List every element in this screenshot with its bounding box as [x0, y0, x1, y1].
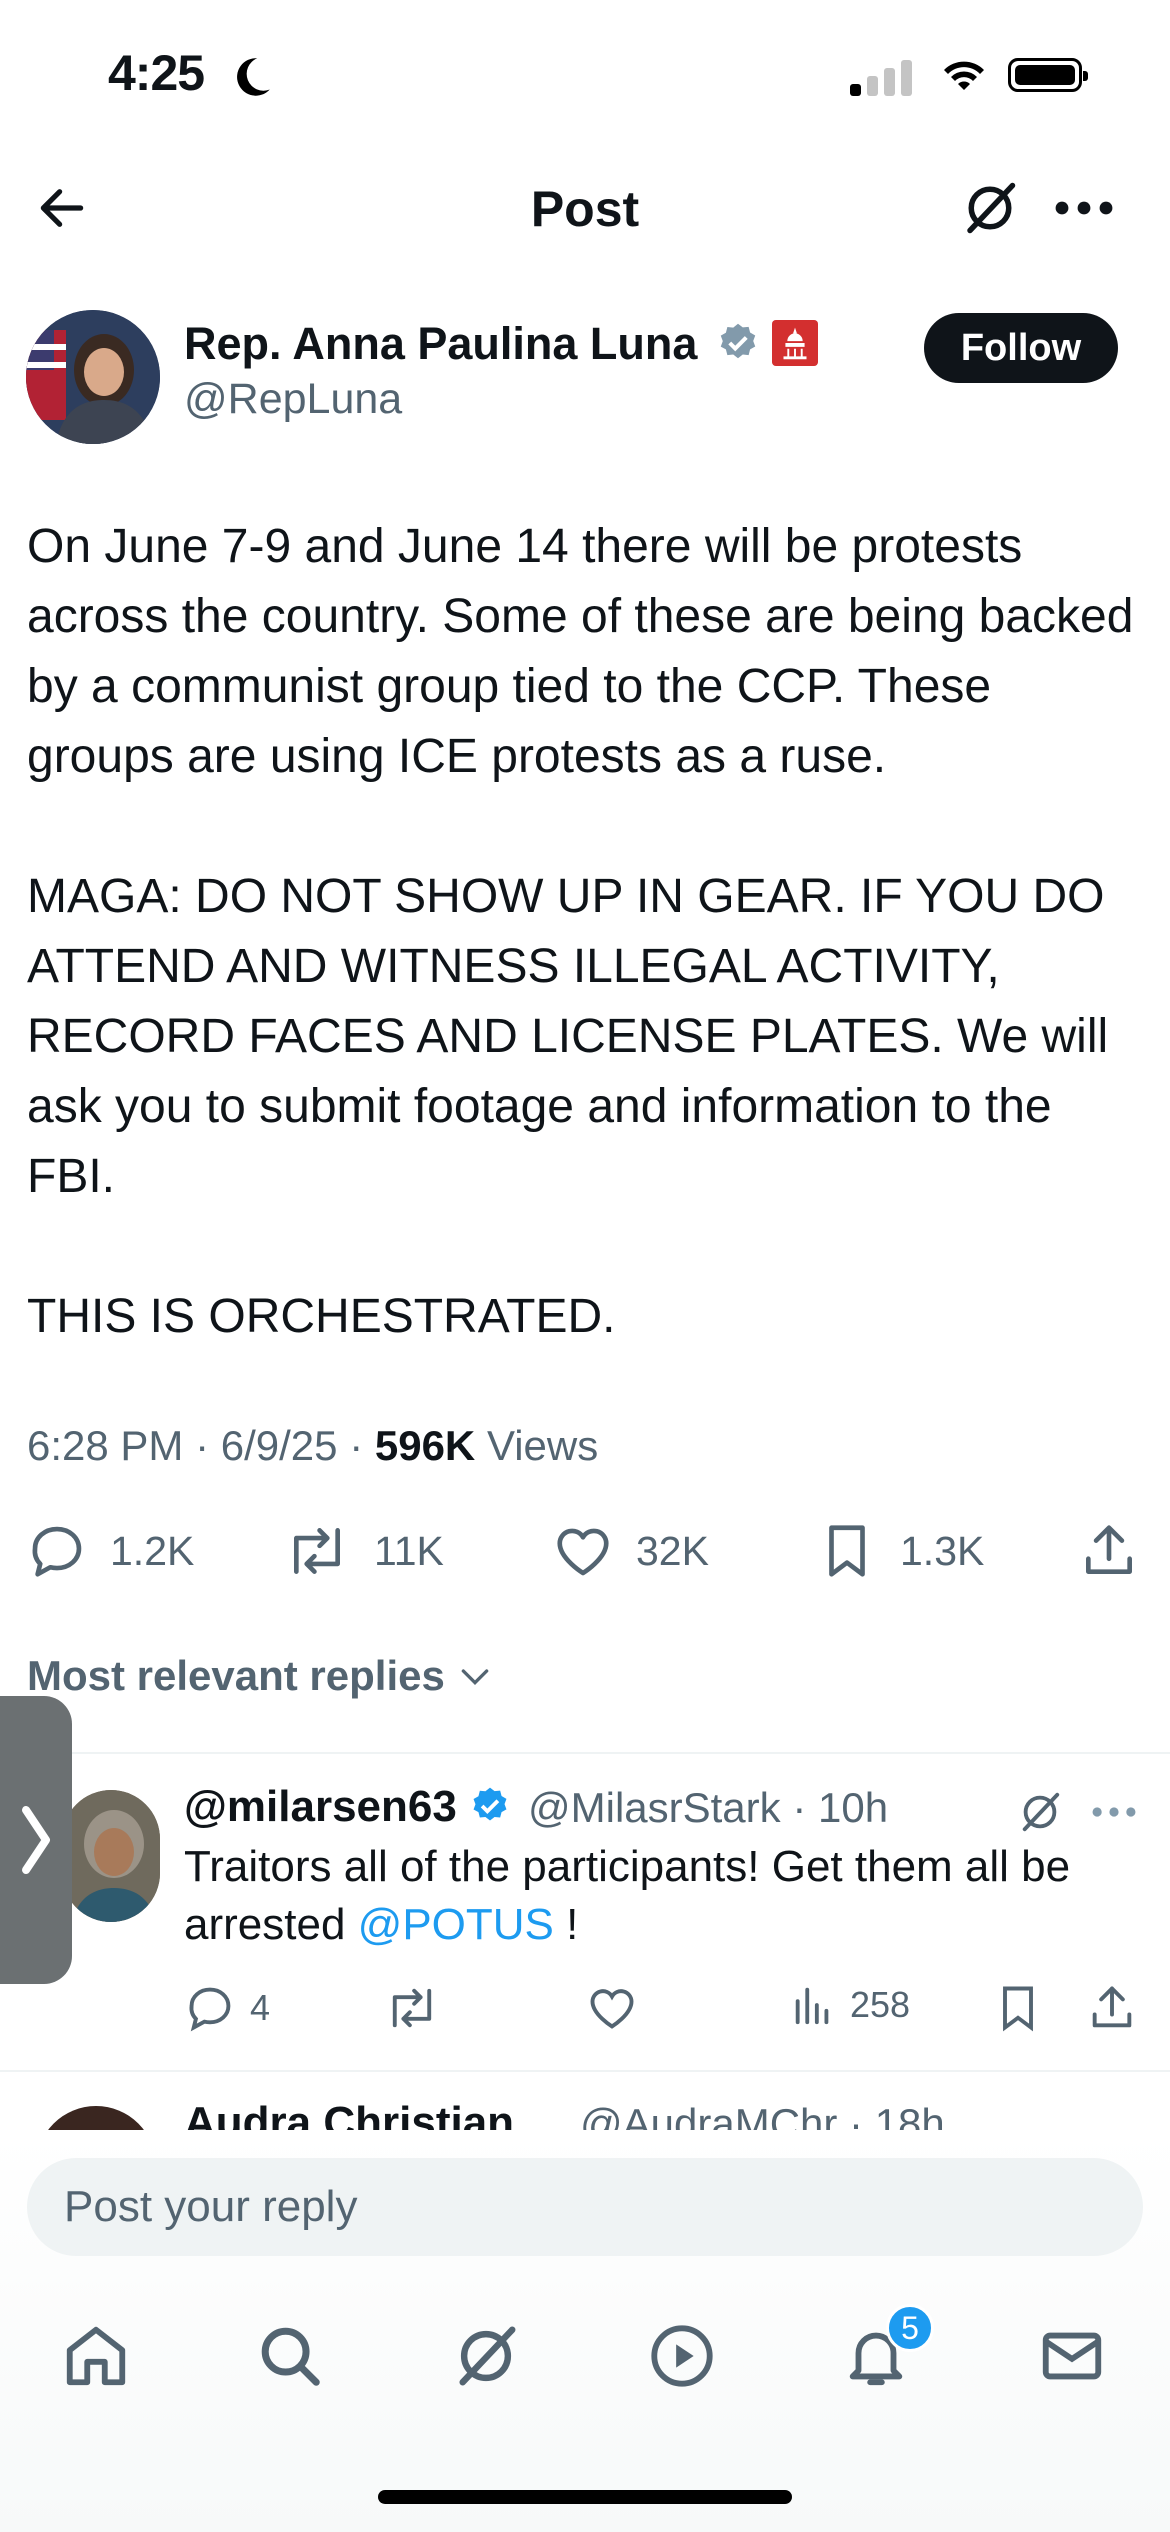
- post-actions: 1.2K 11K 32K 1.3K: [0, 1520, 1170, 1600]
- repost-icon: [294, 1528, 340, 1574]
- grok-icon: [1022, 1792, 1060, 1832]
- play-icon: [651, 2325, 713, 2387]
- reply-meta: @MilasrStark · 10h: [528, 1784, 889, 1831]
- analytics-icon: [795, 1987, 829, 2025]
- reply-like-button[interactable]: [586, 1982, 638, 2034]
- like-count: 32K: [636, 1527, 709, 1574]
- verified-badge-icon: [473, 1787, 507, 1821]
- post-date: 6/9/25: [220, 1422, 338, 1469]
- bookmark-button[interactable]: 1.3K: [816, 1520, 984, 1582]
- home-icon: [66, 2326, 126, 2386]
- heart-icon: [590, 1989, 634, 2029]
- moon-icon: [237, 58, 270, 96]
- mention-link[interactable]: @POTUS: [358, 1900, 554, 1949]
- grok-icon: [459, 2326, 516, 2386]
- reply-more-button[interactable]: [1084, 1786, 1144, 1838]
- share-icon: [1086, 1525, 1132, 1574]
- repost-button[interactable]: 11K: [282, 1520, 444, 1582]
- share-icon: [1092, 1986, 1132, 2028]
- reply-reply-button[interactable]: 4: [184, 1982, 270, 2034]
- heart-icon: [557, 1528, 609, 1576]
- share-button[interactable]: [1078, 1520, 1140, 1582]
- chevron-down-icon: [461, 1669, 489, 1686]
- battery-icon: [1008, 58, 1088, 92]
- avatar-photo-icon: [62, 1790, 160, 1922]
- author-name-row[interactable]: Rep. Anna Paulina Luna: [184, 318, 819, 370]
- reply-author-name: @milarsen63: [184, 1782, 457, 1831]
- bookmark-icon: [829, 1525, 865, 1577]
- government-affiliation-icon: [772, 320, 819, 366]
- repost-count: 11K: [374, 1527, 444, 1574]
- bookmark-icon: [1003, 1986, 1033, 2032]
- follow-button[interactable]: Follow: [924, 313, 1118, 383]
- reply-count: 1.2K: [110, 1527, 195, 1574]
- post-time: 6:28 PM: [27, 1422, 184, 1469]
- tab-grok[interactable]: [448, 2318, 524, 2394]
- reply-views-count: 258: [850, 1984, 911, 2025]
- reply-icon: [189, 1987, 231, 2032]
- reply-button[interactable]: 1.2K: [26, 1520, 194, 1582]
- author-avatar[interactable]: [26, 310, 160, 444]
- views-count: 596K: [374, 1422, 476, 1469]
- divider: [0, 1752, 1170, 1754]
- reply-bookmark-button[interactable]: [992, 1982, 1044, 2034]
- tab-video[interactable]: [644, 2318, 720, 2394]
- author-name: Rep. Anna Paulina Luna: [184, 318, 698, 369]
- author-handle[interactable]: @RepLuna: [184, 375, 402, 424]
- tab-search[interactable]: [252, 2318, 328, 2394]
- grok-icon: [967, 182, 1016, 234]
- reply-icon: [32, 1526, 82, 1577]
- sort-label: Most relevant replies: [27, 1652, 445, 1699]
- repost-icon: [392, 1988, 432, 2028]
- replies-sort-dropdown[interactable]: Most relevant replies: [27, 1652, 495, 1700]
- reply-text: Traitors all of the participants! Get th…: [184, 1838, 1124, 1954]
- reply-author-row[interactable]: @milarsen63: [184, 1782, 511, 1832]
- post-text: On June 7-9 and June 14 there will be pr…: [27, 520, 1134, 1343]
- views-label: Views: [486, 1422, 599, 1469]
- more-options-button[interactable]: [1046, 170, 1122, 246]
- more-dots-icon: [1092, 1807, 1136, 1817]
- reply-trail: !: [553, 1900, 579, 1949]
- wifi-icon: [944, 61, 984, 90]
- like-button[interactable]: 32K: [552, 1520, 709, 1582]
- reply-avatar[interactable]: [62, 1790, 160, 1922]
- cellular-signal-icon: [850, 60, 918, 96]
- reply-actions: 4 258: [0, 1982, 1170, 2032]
- reply-age: 10h: [817, 1784, 889, 1831]
- side-drawer-handle[interactable]: [0, 1696, 72, 1984]
- chevron-right-icon: [22, 1806, 50, 1874]
- reply-grok-button[interactable]: [1006, 1786, 1074, 1838]
- bookmark-count: 1.3K: [900, 1527, 985, 1574]
- post-meta: 6:28 PM · 6/9/25 · 596K Views: [27, 1422, 599, 1469]
- reply-views-button[interactable]: 258: [790, 1982, 910, 2028]
- reply-share-button[interactable]: [1086, 1982, 1138, 2034]
- home-indicator: [378, 2490, 792, 2504]
- tab-messages[interactable]: [1034, 2318, 1110, 2394]
- more-dots-icon: [1055, 201, 1113, 215]
- reply-repost-button[interactable]: [384, 1982, 440, 2034]
- search-icon: [261, 2327, 320, 2386]
- divider: [0, 2070, 1170, 2072]
- reply-reply-count: 4: [250, 1987, 271, 2028]
- grok-button[interactable]: [952, 170, 1028, 246]
- status-time: 4:25: [108, 45, 205, 101]
- reply-author-handle: @MilasrStark: [528, 1784, 781, 1831]
- tab-home[interactable]: [58, 2318, 134, 2394]
- verified-badge-icon: [720, 323, 756, 359]
- reply-composer-placeholder: Post your reply: [64, 2182, 358, 2231]
- reply-body: Traitors all of the participants! Get th…: [184, 1842, 1071, 1949]
- notifications-badge: 5: [886, 2304, 934, 2352]
- avatar-photo-icon: [26, 310, 160, 444]
- mail-icon: [1042, 2332, 1102, 2380]
